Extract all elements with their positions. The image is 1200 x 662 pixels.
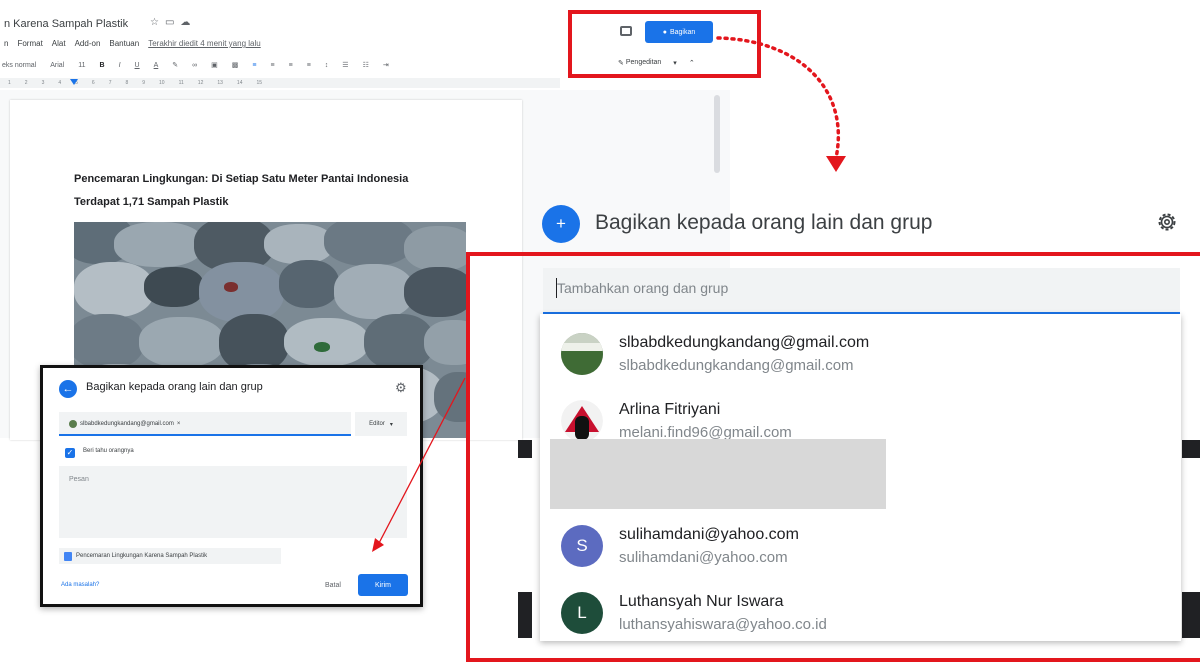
star-icon[interactable]: ☆ [150,17,165,28]
italic-button[interactable]: I [117,62,123,69]
underline-button[interactable]: U [133,62,142,69]
notify-checkbox[interactable]: ✓ [65,448,75,458]
align-left-icon[interactable]: ≡ [250,62,258,69]
share-dialog-small: ← Bagikan kepada orang lain dan grup ⚙ s… [40,365,423,607]
recipient-chip[interactable]: slbabdkedungkandang@gmail.com × [69,417,180,431]
recipient-chip-label: slbabdkedungkandang@gmail.com [80,421,174,427]
add-person-icon: + [542,205,580,243]
document-heading: Pencemaran Lingkungan: Di Setiap Satu Me… [74,168,464,214]
highlight-box-share [568,10,761,78]
highlight-icon[interactable]: ✎ [170,61,180,69]
back-arrow-icon[interactable]: ← [59,380,77,398]
last-edit-link[interactable]: Terakhir diedit 4 menit yang lalu [148,39,261,48]
line-spacing-icon[interactable]: ↕ [323,62,331,69]
close-icon[interactable]: × [177,421,181,427]
style-select[interactable]: eks normal [0,62,38,69]
role-select[interactable]: Editor ▾ [355,412,407,436]
bold-button[interactable]: B [98,62,107,69]
cancel-button[interactable]: Batal [325,582,341,589]
menu-item-tools[interactable]: Alat [52,39,66,48]
menu-item-file[interactable]: n [4,39,8,48]
notify-label: Beri tahu orangnya [83,448,134,454]
help-link[interactable]: Ada masalah? [61,582,99,588]
title-icons: ☆▭☁ [150,17,196,28]
menu-item-help[interactable]: Bantuan [109,39,139,48]
scrollbar[interactable] [714,95,720,173]
attachment-label: Pencemaran Lingkungan Karena Sampah Plas… [76,553,208,559]
align-right-icon[interactable]: ≡ [287,62,295,69]
role-select-label: Editor [369,421,385,427]
align-center-icon[interactable]: ≡ [269,62,277,69]
message-textarea[interactable]: Pesan [59,466,407,538]
highlight-box-dialog [466,252,1200,662]
heading-line-1: Pencemaran Lingkungan: Di Setiap Satu Me… [74,173,409,185]
indent-icon[interactable]: ⇥ [381,61,391,69]
link-icon[interactable]: ∞ [190,62,199,69]
avatar [69,420,77,428]
settings-gear-icon[interactable] [1155,210,1179,234]
menu-bar: n Format Alat Add-on Bantuan Terakhir di… [4,39,261,48]
dialog-title: Bagikan kepada orang lain dan grup [86,381,263,393]
gear-icon[interactable]: ⚙ [395,380,407,396]
menu-item-format[interactable]: Format [17,39,42,48]
menu-item-addons[interactable]: Add-on [75,39,101,48]
font-size-select[interactable]: 11 [76,62,87,69]
cloud-icon: ☁ [180,17,197,28]
font-select[interactable]: Arial [48,62,66,69]
heading-line-2: Terdapat 1,71 Sampah Plastik [74,196,229,208]
document-title[interactable]: n Karena Sampah Plastik [4,18,128,30]
document-attachment[interactable]: Pencemaran Lingkungan Karena Sampah Plas… [59,548,281,564]
ruler: 1 2 3 4 5 6 7 8 9 10 11 12 13 14 15 [0,78,560,88]
message-placeholder: Pesan [69,476,89,483]
share-dialog-title: Bagikan kepada orang lain dan grup [595,211,933,234]
list-icon[interactable]: ☰ [340,61,350,69]
indent-marker[interactable] [70,79,78,85]
docs-file-icon [64,551,72,561]
formatting-toolbar: eks normal Arial 11 B I U A ✎ ∞ ▣ ▩ ≡ ≡ … [0,58,560,72]
numbered-list-icon[interactable]: ☷ [361,61,371,69]
comment-icon[interactable]: ▣ [209,61,220,69]
justify-icon[interactable]: ≡ [305,62,313,69]
chevron-down-icon: ▾ [389,421,393,428]
send-button[interactable]: Kirim [358,574,408,596]
folder-icon[interactable]: ▭ [165,17,180,28]
text-color-button[interactable]: A [152,62,161,69]
people-input[interactable]: slbabdkedungkandang@gmail.com × [59,412,351,436]
image-icon[interactable]: ▩ [230,61,241,69]
